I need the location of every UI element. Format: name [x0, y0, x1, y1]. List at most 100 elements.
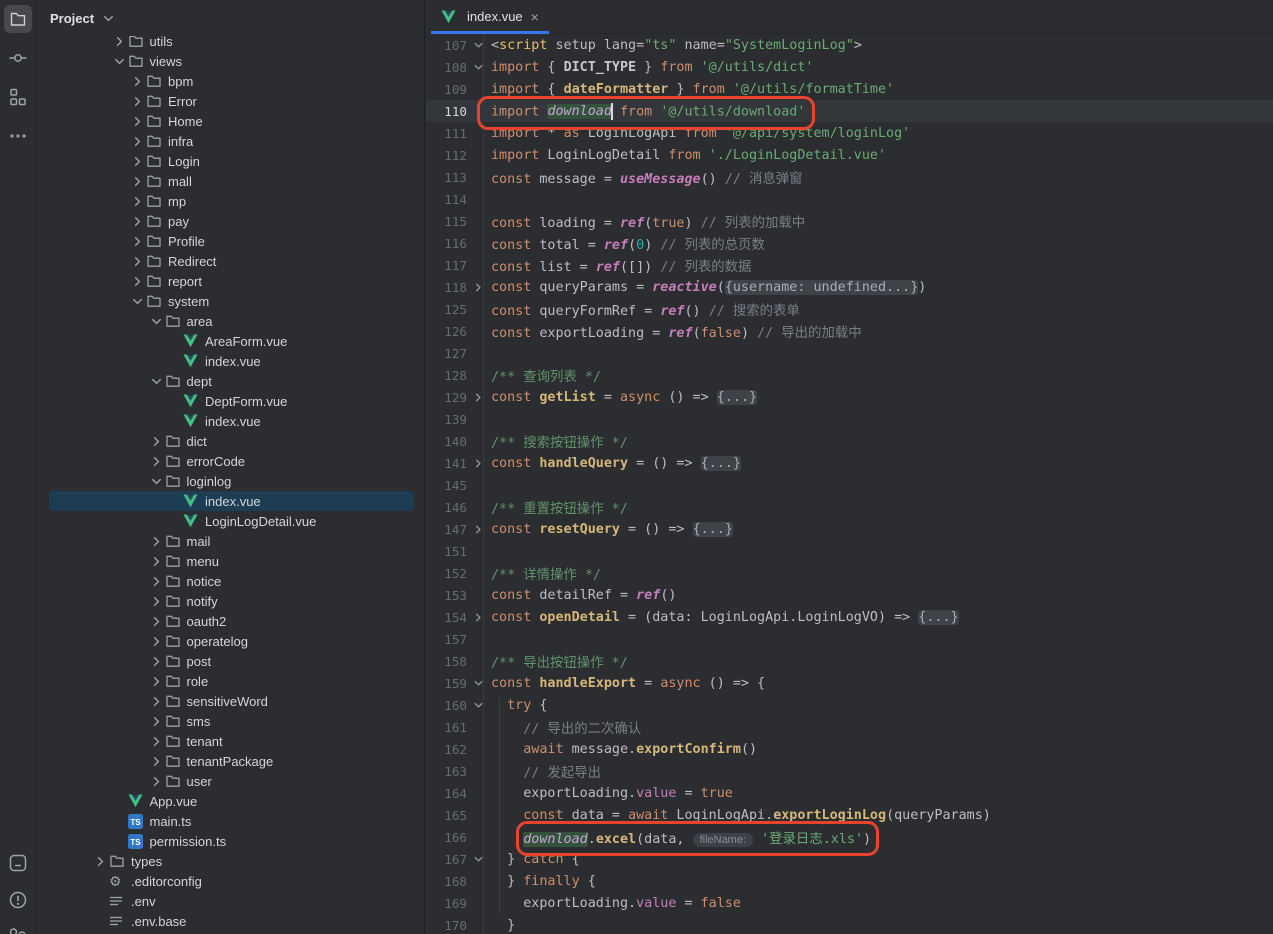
tree-item-redirect[interactable]: Redirect — [36, 251, 424, 271]
code-line-125[interactable]: 125const queryFormRef = ref() // 搜索的表单 — [426, 298, 1273, 320]
services-tool-button[interactable] — [4, 923, 32, 934]
code-line-169[interactable]: 169 exportLoading.value = false — [426, 892, 1273, 914]
code-line-160[interactable]: 160 try { — [426, 694, 1273, 716]
tree-item-index-vue[interactable]: index.vue — [36, 491, 424, 511]
fold-collapsed-icon[interactable] — [467, 281, 490, 294]
code-line-166[interactable]: 166 download.excel(data, fileName: '登录日志… — [426, 826, 1273, 848]
project-panel-header[interactable]: Project — [36, 0, 424, 36]
tree-item-loginlogdetail-vue[interactable]: LoginLogDetail.vue — [36, 511, 424, 531]
chevron-right-icon[interactable] — [148, 633, 165, 649]
code-line-145[interactable]: 145 — [426, 474, 1273, 496]
tree-item-post[interactable]: post — [36, 651, 424, 671]
tree-item-dict[interactable]: dict — [36, 431, 424, 451]
chevron-right-icon[interactable] — [148, 613, 165, 629]
code-line-158[interactable]: 158/** 导出按钮操作 */ — [426, 650, 1273, 672]
tree-item-tenantpackage[interactable]: tenantPackage — [36, 751, 424, 771]
code-line-108[interactable]: 108import { DICT_TYPE } from '@/utils/di… — [426, 56, 1273, 78]
chevron-right-icon[interactable] — [129, 273, 146, 289]
chevron-right-icon[interactable] — [148, 773, 165, 789]
code-line-162[interactable]: 162 await message.exportConfirm() — [426, 738, 1273, 760]
tree-item-utils[interactable]: utils — [36, 36, 424, 51]
tree-item-main-ts[interactable]: TSmain.ts — [36, 811, 424, 831]
code-editor[interactable]: 107<script setup lang="ts" name="SystemL… — [426, 34, 1273, 934]
code-line-159[interactable]: 159const handleExport = async () => { — [426, 672, 1273, 694]
code-line-114[interactable]: 114 — [426, 188, 1273, 210]
code-line-107[interactable]: 107<script setup lang="ts" name="SystemL… — [426, 34, 1273, 56]
tree-item-oauth2[interactable]: oauth2 — [36, 611, 424, 631]
more-tool-button[interactable] — [4, 122, 32, 150]
chevron-right-icon[interactable] — [148, 553, 165, 569]
tree-item-loginlog[interactable]: loginlog — [36, 471, 424, 491]
code-line-147[interactable]: 147const resetQuery = () => {...} — [426, 518, 1273, 540]
chevron-right-icon[interactable] — [129, 133, 146, 149]
tree-item-notify[interactable]: notify — [36, 591, 424, 611]
fold-expanded-icon[interactable] — [467, 699, 490, 712]
code-line-154[interactable]: 154const openDetail = (data: LoginLogApi… — [426, 606, 1273, 628]
tree-item-dept[interactable]: dept — [36, 371, 424, 391]
code-line-139[interactable]: 139 — [426, 408, 1273, 430]
tree-item-error[interactable]: Error — [36, 91, 424, 111]
tree-item-app-vue[interactable]: App.vue — [36, 791, 424, 811]
code-line-167[interactable]: 167 } catch { — [426, 848, 1273, 870]
code-line-127[interactable]: 127 — [426, 342, 1273, 364]
code-line-126[interactable]: 126const exportLoading = ref(false) // 导… — [426, 320, 1273, 342]
tree-item-infra[interactable]: infra — [36, 131, 424, 151]
tree-item-mail[interactable]: mail — [36, 531, 424, 551]
tree-item-role[interactable]: role — [36, 671, 424, 691]
tree-item-operatelog[interactable]: operatelog — [36, 631, 424, 651]
fold-collapsed-icon[interactable] — [467, 611, 490, 624]
tree-item-notice[interactable]: notice — [36, 571, 424, 591]
code-line-170[interactable]: 170 } — [426, 914, 1273, 934]
tree-item--editorconfig[interactable]: ⚙.editorconfig — [36, 871, 424, 891]
chevron-right-icon[interactable] — [129, 213, 146, 229]
code-line-129[interactable]: 129const getList = async () => {...} — [426, 386, 1273, 408]
code-line-161[interactable]: 161 // 导出的二次确认 — [426, 716, 1273, 738]
chevron-right-icon[interactable] — [129, 233, 146, 249]
tree-item-bpm[interactable]: bpm — [36, 71, 424, 91]
chevron-right-icon[interactable] — [148, 693, 165, 709]
code-line-110[interactable]: 110import download from '@/utils/downloa… — [426, 100, 1273, 122]
code-line-164[interactable]: 164 exportLoading.value = true — [426, 782, 1273, 804]
fold-expanded-icon[interactable] — [467, 61, 490, 74]
problems-tool-button[interactable] — [4, 886, 32, 914]
chevron-down-icon[interactable] — [101, 11, 116, 26]
chevron-down-icon[interactable] — [148, 373, 165, 389]
tree-item-pay[interactable]: pay — [36, 211, 424, 231]
chevron-right-icon[interactable] — [111, 36, 128, 49]
chevron-right-icon[interactable] — [148, 433, 165, 449]
chevron-right-icon[interactable] — [148, 653, 165, 669]
terminal-tool-button[interactable] — [4, 849, 32, 877]
chevron-right-icon[interactable] — [129, 113, 146, 129]
chevron-right-icon[interactable] — [92, 853, 109, 869]
fold-collapsed-icon[interactable] — [467, 457, 490, 470]
code-line-146[interactable]: 146/** 重置按钮操作 */ — [426, 496, 1273, 518]
tree-item-profile[interactable]: Profile — [36, 231, 424, 251]
tree-item-mall[interactable]: mall — [36, 171, 424, 191]
code-line-116[interactable]: 116const total = ref(0) // 列表的总页数 — [426, 232, 1273, 254]
fold-expanded-icon[interactable] — [467, 677, 490, 690]
tree-item-report[interactable]: report — [36, 271, 424, 291]
tree-item--env[interactable]: .env — [36, 891, 424, 911]
chevron-right-icon[interactable] — [148, 673, 165, 689]
project-tool-button[interactable] — [4, 5, 32, 33]
tree-item-home[interactable]: Home — [36, 111, 424, 131]
code-line-117[interactable]: 117const list = ref([]) // 列表的数据 — [426, 254, 1273, 276]
code-line-140[interactable]: 140/** 搜索按钮操作 */ — [426, 430, 1273, 452]
tree-item-system[interactable]: system — [36, 291, 424, 311]
chevron-right-icon[interactable] — [148, 453, 165, 469]
code-line-128[interactable]: 128/** 查询列表 */ — [426, 364, 1273, 386]
code-line-168[interactable]: 168 } finally { — [426, 870, 1273, 892]
tree-item-sensitiveword[interactable]: sensitiveWord — [36, 691, 424, 711]
tree-item-index-vue[interactable]: index.vue — [36, 351, 424, 371]
tree-item-deptform-vue[interactable]: DeptForm.vue — [36, 391, 424, 411]
chevron-right-icon[interactable] — [129, 73, 146, 89]
code-line-141[interactable]: 141const handleQuery = () => {...} — [426, 452, 1273, 474]
code-line-165[interactable]: 165 const data = await LoginLogApi.expor… — [426, 804, 1273, 826]
code-line-152[interactable]: 152/** 详情操作 */ — [426, 562, 1273, 584]
tab-close-icon[interactable]: × — [531, 10, 539, 24]
chevron-right-icon[interactable] — [148, 753, 165, 769]
structure-tool-button[interactable] — [4, 83, 32, 111]
chevron-down-icon[interactable] — [129, 293, 146, 309]
tree-item-mp[interactable]: mp — [36, 191, 424, 211]
tree-item-sms[interactable]: sms — [36, 711, 424, 731]
